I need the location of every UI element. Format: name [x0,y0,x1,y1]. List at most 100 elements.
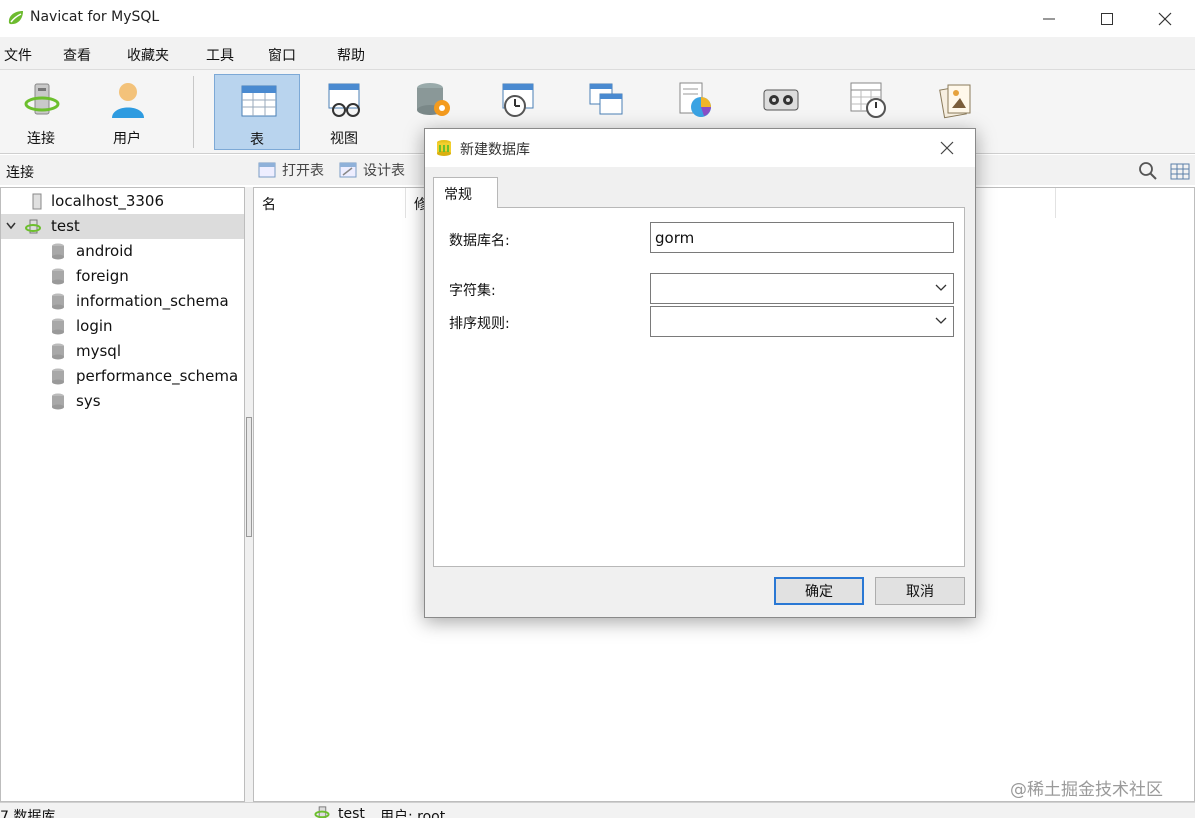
tree-connection-label: localhost_3306 [51,192,165,210]
toolbar-view-button[interactable]: 视图 [301,74,387,150]
database-icon [52,243,64,260]
tree-schema-label: android [76,242,133,260]
dialog-title: 新建数据库 [460,142,530,158]
toolbar-connect-label: 连接 [27,131,55,147]
title-bar: Navicat for MySQL [0,0,1195,37]
minimize-icon [1043,18,1055,20]
report-pie-icon [679,82,711,117]
tab-general-label: 常规 [444,187,472,203]
column-header-name[interactable]: 名 [254,188,406,218]
grid-view-icon[interactable] [1170,161,1190,181]
design-table-label: 设计表 [363,163,405,179]
toolbar-separator [193,76,194,148]
close-button[interactable] [1136,0,1194,37]
tree-schema-label: foreign [76,267,129,285]
status-db-count: 7 数据库 [0,809,56,818]
cancel-button[interactable]: 取消 [875,577,965,605]
database-name-input[interactable] [650,222,954,253]
backup-tape-icon [763,89,799,111]
dialog-title-bar: 新建数据库 [425,129,975,167]
watermark-text: @稀土掘金技术社区 [1010,780,1163,800]
menu-view[interactable]: 查看 [63,45,91,65]
minimize-button[interactable] [1020,0,1078,37]
tree-item-connection[interactable]: localhost_3306 [1,189,244,214]
tree-database-label: test [51,217,80,235]
connection-pane-title: 连接 [6,165,34,181]
menu-tools[interactable]: 工具 [206,45,234,65]
connection-pane-header: 连接 [0,155,250,185]
charset-label: 字符集: [449,283,496,299]
menu-help[interactable]: 帮助 [337,45,365,65]
tree-item-schema[interactable]: sys [1,389,244,414]
database-name-label: 数据库名: [449,233,510,249]
status-bar: 7 数据库 test 用户: root [0,802,1195,818]
maximize-button[interactable] [1078,0,1136,37]
connection-active-icon [25,219,41,234]
status-user: 用户: root [380,809,446,818]
open-table-button[interactable]: 打开表 [258,160,338,180]
pane-splitter[interactable] [245,187,253,802]
function-gear-icon [417,83,450,116]
tree-item-schema[interactable]: information_schema [1,289,244,314]
query-windows-icon [589,83,623,115]
tree-schema-label: performance_schema [76,367,239,385]
tree-item-schema[interactable]: performance_schema [1,364,244,389]
table-icon [241,85,277,117]
database-icon [52,368,64,385]
status-current-db: test [338,806,365,818]
navicat-logo-icon [8,11,23,25]
design-table-button[interactable]: 设计表 [339,160,419,180]
menu-bar: 文件 查看 收藏夹 工具 窗口 帮助 [0,37,1195,70]
tree-item-database-test[interactable]: test [1,214,244,239]
toolbar-user-label: 用户 [113,131,141,147]
tree-schema-label: login [76,317,113,335]
toolbar-view-label: 视图 [330,131,358,147]
open-table-label: 打开表 [282,163,324,179]
event-clock-icon [502,83,534,117]
open-table-icon [258,162,276,178]
maximize-icon [1101,13,1113,25]
general-tab-panel: 数据库名: 字符集: 排序规则: [433,207,965,567]
menu-window[interactable]: 窗口 [268,45,296,65]
database-icon [52,268,64,285]
ok-button[interactable]: 确定 [774,577,864,605]
window-title: Navicat for MySQL [30,9,160,25]
splitter-grip[interactable] [246,417,252,537]
chevron-down-icon[interactable] [6,222,16,230]
tree-item-schema[interactable]: android [1,239,244,264]
collation-label: 排序规则: [449,316,510,332]
chevron-down-icon [935,317,947,324]
column-name-label: 名 [262,197,276,213]
search-icon[interactable] [1138,161,1158,181]
tree-item-schema[interactable]: login [1,314,244,339]
view-glasses-icon [328,83,360,117]
dialog-close-icon[interactable] [937,139,957,157]
charset-select[interactable] [650,273,954,304]
schedule-calendar-icon [850,82,886,118]
tree-item-schema[interactable]: mysql [1,339,244,364]
tab-general[interactable]: 常规 [433,177,498,208]
tree-schema-label: sys [76,392,101,410]
design-table-icon [339,162,357,178]
server-icon [32,193,42,210]
tree-item-schema[interactable]: foreign [1,264,244,289]
chevron-down-icon [935,284,947,291]
toolbar-connect-button[interactable]: 连接 [0,74,84,150]
tree-schema-label: information_schema [76,292,229,310]
database-icon [52,293,64,310]
new-database-dialog: 新建数据库 常规 数据库名: 字符集: 排序规则: 确定 取消 [424,128,976,618]
menu-file[interactable]: 文件 [4,45,32,65]
tree-schema-label: mysql [76,342,121,360]
database-icon [52,318,64,335]
menu-favorites[interactable]: 收藏夹 [127,45,169,65]
toolbar-table-button[interactable]: 表 [214,74,300,150]
collation-select[interactable] [650,306,954,337]
new-database-icon [437,140,451,156]
model-cards-icon [939,84,971,119]
connection-active-icon [314,806,330,818]
connection-tree: localhost_3306 test android foreign info… [0,187,245,802]
close-icon [1158,12,1172,26]
user-icon [112,83,144,118]
database-icon [52,343,64,360]
toolbar-user-button[interactable]: 用户 [84,74,170,150]
